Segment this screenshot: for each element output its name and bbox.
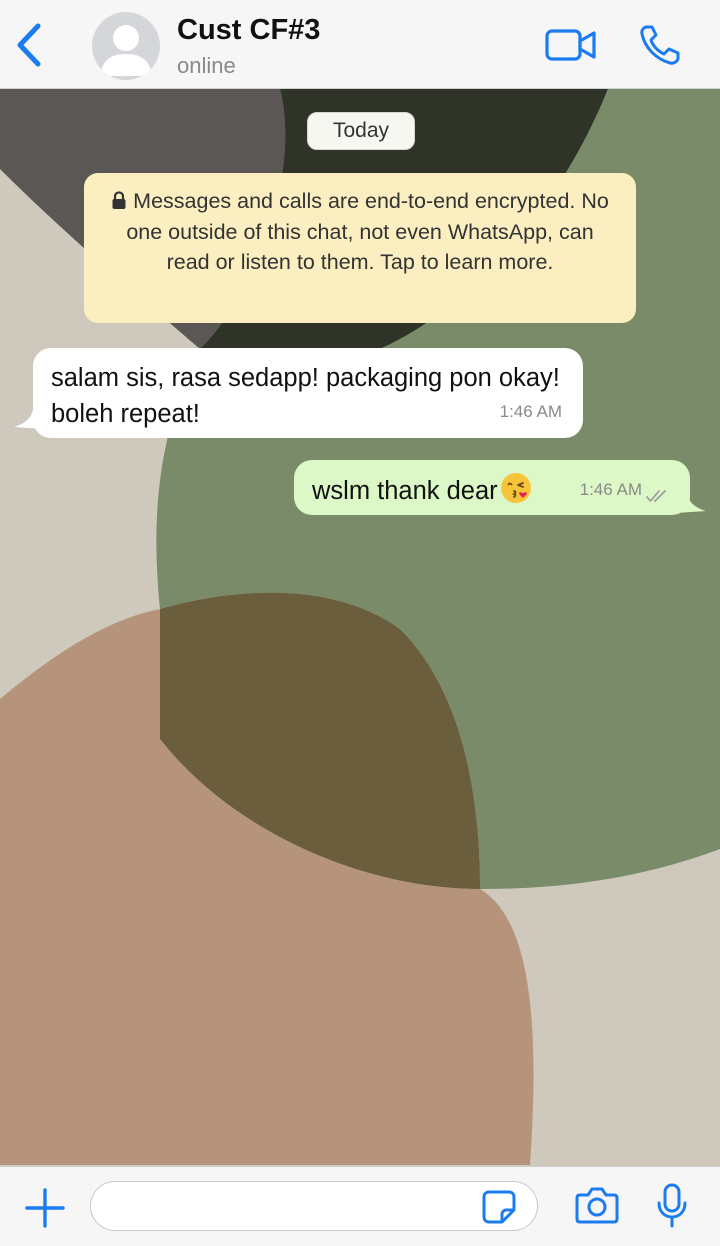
message-time: 1:46 AM	[499, 402, 562, 421]
date-pill: Today	[307, 112, 415, 150]
message-composer	[0, 1166, 720, 1246]
read-double-tick-icon	[646, 490, 666, 502]
avatar[interactable]	[92, 12, 160, 80]
camera-icon	[575, 1187, 619, 1224]
kissing-face-emoji	[500, 473, 531, 503]
voice-message-button[interactable]	[656, 1183, 688, 1234]
back-button[interactable]	[14, 22, 46, 68]
message-time: 1:46 AM	[579, 480, 642, 499]
video-call-icon	[545, 29, 596, 61]
attach-button[interactable]	[24, 1187, 66, 1234]
voice-call-button[interactable]	[638, 24, 684, 71]
encryption-notice[interactable]: Messages and calls are end-to-end encryp…	[84, 173, 636, 323]
sticker-button[interactable]	[481, 1189, 517, 1230]
sticker-icon	[482, 1190, 516, 1224]
message-text: salam sis, rasa sedapp! packaging pon ok…	[51, 364, 560, 428]
camera-button[interactable]	[575, 1185, 619, 1230]
avatar-placeholder-icon	[100, 25, 152, 76]
message-text: wslm thank dear	[312, 477, 498, 505]
microphone-icon	[657, 1183, 687, 1228]
lock-icon	[112, 191, 126, 209]
message-outgoing[interactable]: wslm thank dear 1:46 AM	[294, 460, 690, 515]
contact-name[interactable]: Cust CF#3	[177, 14, 320, 47]
chat-header: Cust CF#3 online	[0, 0, 720, 89]
message-incoming[interactable]: salam sis, rasa sedapp! packaging pon ok…	[33, 348, 583, 438]
message-input[interactable]	[90, 1181, 538, 1231]
contact-status: online	[177, 53, 236, 78]
encryption-notice-text: Messages and calls are end-to-end encryp…	[126, 189, 609, 274]
video-call-button[interactable]	[545, 28, 597, 67]
back-chevron-icon	[17, 23, 41, 67]
voice-call-icon	[640, 25, 680, 65]
plus-icon	[25, 1188, 65, 1228]
